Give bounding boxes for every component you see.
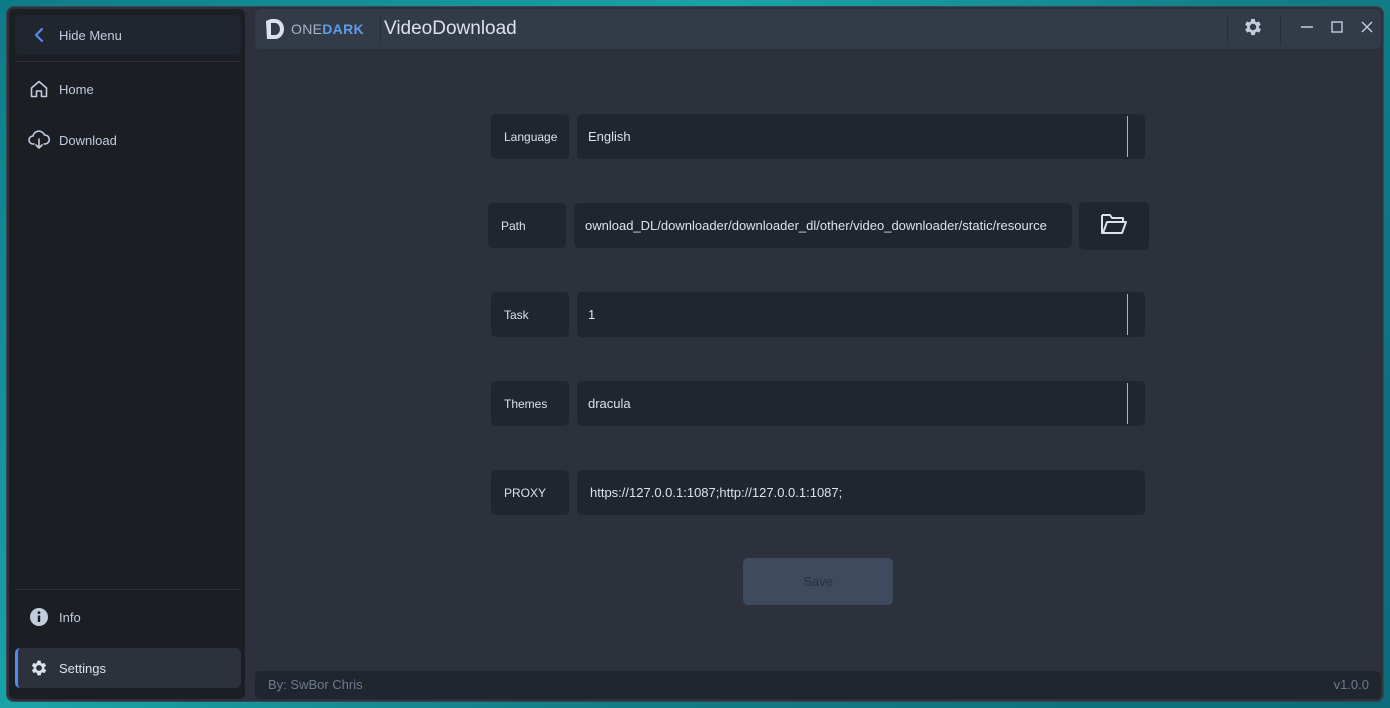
sidebar-item-label: Settings (59, 660, 106, 676)
task-value: 1 (588, 307, 596, 322)
hide-menu-label: Hide Menu (59, 27, 122, 43)
language-value: English (588, 129, 631, 144)
sidebar-divider (15, 61, 241, 62)
dropdown-divider (1127, 383, 1128, 424)
settings-page: Language English Path ownload_DL/downloa… (255, 49, 1381, 669)
maximize-button[interactable] (1322, 9, 1352, 49)
save-button[interactable]: Save (743, 558, 893, 605)
info-icon (19, 607, 59, 627)
path-value: ownload_DL/downloader/downloader_dl/othe… (585, 218, 1047, 233)
sidebar-item-home[interactable]: Home (15, 69, 241, 109)
language-label: Language (491, 114, 569, 159)
task-label: Task (491, 292, 569, 337)
minimize-icon (1300, 20, 1314, 39)
themes-value: dracula (588, 396, 631, 411)
chevron-left-icon (19, 27, 59, 43)
minimize-button[interactable] (1292, 9, 1322, 49)
proxy-value: https://127.0.0.1:1087;http://127.0.0.1:… (590, 485, 843, 500)
title-divider (380, 15, 381, 45)
home-icon (19, 79, 59, 99)
path-input[interactable]: ownload_DL/downloader/downloader_dl/othe… (574, 203, 1072, 248)
sidebar-item-label: Info (59, 609, 81, 625)
app-logo: ONEDARK (263, 13, 373, 45)
sidebar-item-label: Home (59, 81, 94, 97)
version-text: v1.0.0 (1333, 677, 1369, 692)
themes-select[interactable]: dracula (577, 381, 1145, 426)
settings-button[interactable] (1238, 9, 1268, 49)
close-button[interactable] (1352, 9, 1382, 49)
sidebar-item-info[interactable]: Info (15, 597, 241, 637)
close-icon (1360, 20, 1374, 39)
spinbox-divider (1127, 294, 1128, 335)
proxy-input[interactable]: https://127.0.0.1:1087;http://127.0.0.1:… (577, 470, 1145, 515)
cloud-download-icon (19, 130, 59, 150)
status-bar: By: SwBor Chris v1.0.0 (255, 671, 1381, 699)
maximize-icon (1330, 20, 1344, 39)
themes-label: Themes (491, 381, 569, 426)
left-sidebar: Hide Menu Home Download Info Settings (9, 9, 245, 699)
folder-open-icon (1100, 212, 1128, 241)
app-window: Hide Menu Home Download Info Settings ON… (6, 6, 1384, 702)
title-divider (1280, 15, 1281, 45)
title-bar[interactable]: ONEDARK VideoDownload (255, 9, 1381, 49)
logo-text: ONEDARK (291, 21, 364, 37)
dropdown-divider (1127, 116, 1128, 157)
gear-icon (1242, 16, 1264, 43)
sidebar-item-download[interactable]: Download (15, 120, 241, 160)
sidebar-item-settings[interactable]: Settings (15, 648, 241, 688)
language-select[interactable]: English (577, 114, 1145, 159)
onedark-logo-icon (266, 19, 284, 39)
hide-menu-button[interactable]: Hide Menu (15, 15, 241, 55)
app-title: VideoDownload (384, 18, 517, 39)
credit-text: By: SwBor Chris (268, 677, 363, 692)
gear-icon (19, 658, 59, 678)
task-spinbox[interactable]: 1 (577, 292, 1145, 337)
sidebar-divider (15, 589, 241, 590)
sidebar-item-label: Download (59, 132, 117, 148)
proxy-label: PROXY (491, 470, 569, 515)
browse-folder-button[interactable] (1079, 202, 1149, 250)
title-divider (1227, 15, 1228, 45)
path-label: Path (488, 203, 566, 248)
